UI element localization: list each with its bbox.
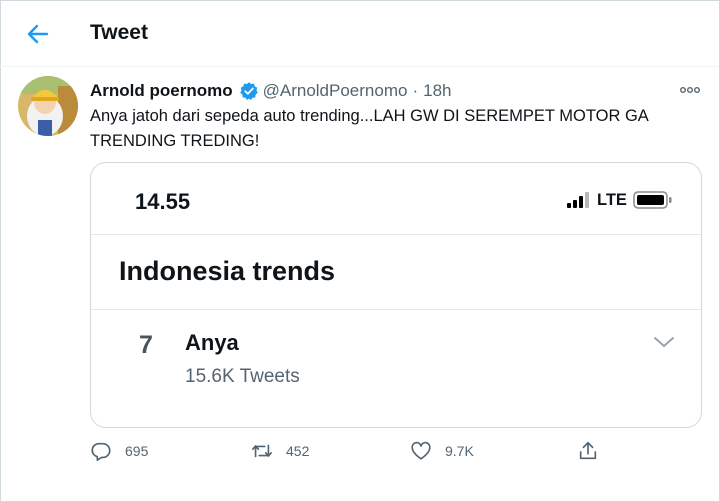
verified-badge-icon (239, 82, 258, 100)
trend-tweet-count: 15.6K Tweets (185, 366, 300, 387)
status-bar-time: 14.55 (135, 189, 191, 214)
like-count: 9.7K (445, 443, 474, 459)
reply-button[interactable]: 695 (90, 436, 148, 466)
retweet-icon (252, 444, 272, 458)
battery-icon (633, 191, 672, 209)
status-bar-icons: LTE (567, 190, 673, 210)
trend-name: Anya (185, 330, 239, 355)
share-button[interactable] (577, 436, 599, 466)
embedded-image[interactable]: 14.55 LTE Indonesia trends 7 Anya 15.6K … (90, 162, 702, 428)
meta-separator: · (412, 81, 419, 100)
embed-divider (91, 234, 701, 235)
signal-icon (567, 192, 589, 208)
more-dots-icon (679, 86, 701, 93)
avatar-image (18, 76, 78, 136)
more-options-button[interactable] (676, 80, 704, 100)
author-name[interactable]: Arnold poernomo (90, 81, 233, 101)
share-icon (579, 441, 597, 460)
reply-icon (91, 442, 111, 461)
chevron-down-icon (654, 337, 674, 347)
network-label: LTE (597, 190, 627, 209)
heart-icon (411, 441, 431, 460)
retweet-count: 452 (286, 443, 310, 459)
header: Tweet (0, 0, 718, 67)
avatar[interactable] (18, 76, 78, 136)
author-handle[interactable]: @ArnoldPoernomo (263, 81, 408, 101)
retweet-button[interactable]: 452 (251, 436, 309, 466)
trend-rank: 7 (139, 331, 153, 359)
tweet-meta: Arnold poernomo @ArnoldPoernomo · 18h (90, 79, 452, 103)
reply-count: 695 (125, 443, 149, 459)
trends-title: Indonesia trends (119, 256, 336, 286)
page-title: Tweet (90, 21, 148, 44)
arrow-left-icon (27, 24, 49, 44)
tweet-time[interactable]: 18h (423, 81, 451, 101)
embed-divider (91, 309, 701, 310)
like-button[interactable]: 9.7K (410, 436, 474, 466)
tweet-actions: 695 452 9.7K (0, 436, 718, 466)
back-button[interactable] (22, 18, 54, 50)
tweet-text: Anya jatoh dari sepeda auto trending...L… (90, 107, 648, 150)
